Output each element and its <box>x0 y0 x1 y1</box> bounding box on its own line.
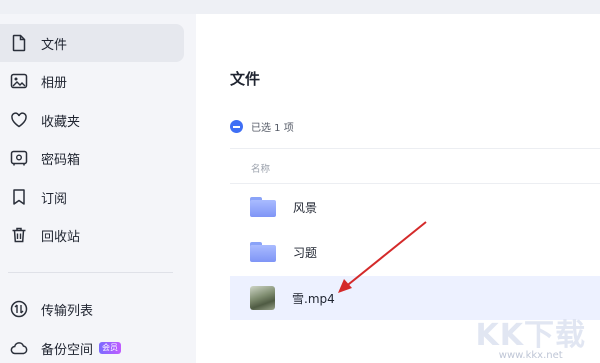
cloud-icon <box>10 339 28 357</box>
trash-icon <box>10 226 28 244</box>
sidebar-item-safe-box[interactable]: 密码箱 <box>0 139 184 177</box>
file-name: 习题 <box>293 245 318 260</box>
watermark: KK下载 www.kkx.net <box>476 310 587 361</box>
sidebar-item-label: 密码箱 <box>41 152 81 168</box>
bookmark-icon <box>10 188 28 206</box>
sidebar-item-transfer-list[interactable]: 传输列表 <box>0 290 184 328</box>
deselect-all-icon[interactable] <box>230 120 243 133</box>
column-header-name[interactable]: 名称 <box>251 161 270 175</box>
photo-album-icon <box>10 72 28 90</box>
folder-icon <box>250 242 276 262</box>
sidebar: 文件 相册 收藏夹 密码箱 订阅 回收站 传输列表 备份空间 会员 <box>0 14 196 363</box>
sidebar-item-backup-space[interactable]: 备份空间 会员 <box>0 329 184 363</box>
safe-box-icon <box>10 149 28 167</box>
page-title: 文件 <box>230 70 261 88</box>
vip-badge: 会员 <box>99 342 122 354</box>
sidebar-item-label: 收藏夹 <box>41 114 81 130</box>
sidebar-item-label: 文件 <box>41 37 68 53</box>
folder-icon <box>250 197 276 217</box>
sidebar-item-label: 相册 <box>41 75 68 91</box>
heart-icon <box>10 111 28 129</box>
table-divider <box>230 183 600 184</box>
file-name: 风景 <box>293 200 318 215</box>
file-icon <box>10 34 28 52</box>
sidebar-item-favorites[interactable]: 收藏夹 <box>0 101 184 139</box>
selection-bar: 已选 1 项 <box>230 119 294 134</box>
window-top-strip <box>0 0 600 14</box>
sidebar-item-album[interactable]: 相册 <box>0 62 184 100</box>
sidebar-divider <box>8 272 173 273</box>
selection-count: 已选 1 项 <box>251 123 294 134</box>
sidebar-item-label: 备份空间 <box>41 342 94 358</box>
sidebar-item-label: 回收站 <box>41 229 81 245</box>
sidebar-item-label: 传输列表 <box>41 303 94 319</box>
video-thumbnail <box>250 286 275 310</box>
red-arrow-annotation <box>338 221 427 293</box>
sidebar-item-subscriptions[interactable]: 订阅 <box>0 178 184 216</box>
file-name: 雪.mp4 <box>292 291 335 306</box>
sidebar-item-label: 订阅 <box>41 191 68 207</box>
sidebar-item-recycle-bin[interactable]: 回收站 <box>0 216 184 254</box>
sidebar-item-files[interactable]: 文件 <box>0 24 184 62</box>
watermark-logo: KK下载 <box>475 318 586 353</box>
table-divider <box>230 148 600 149</box>
transfer-icon <box>10 300 28 318</box>
